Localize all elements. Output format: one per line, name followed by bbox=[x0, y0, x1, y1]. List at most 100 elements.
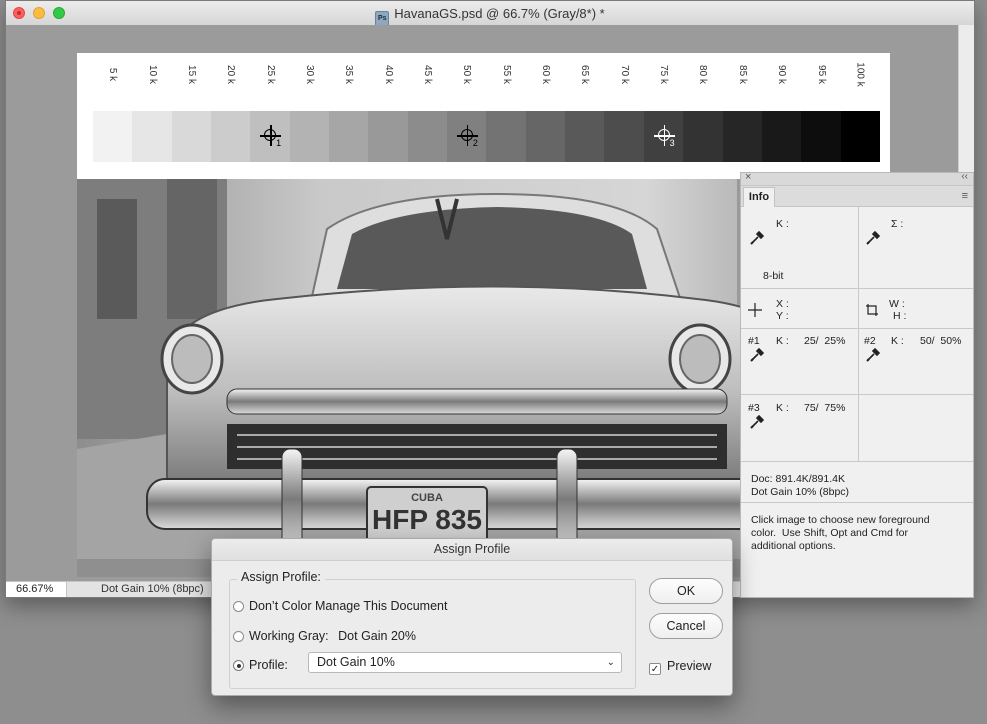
step-wedge-label: 85 k bbox=[723, 61, 762, 84]
panel-menu-icon[interactable]: ≡ bbox=[962, 190, 968, 202]
option-working-gray-label: Working Gray: bbox=[249, 629, 329, 643]
assign-profile-dialog: Assign Profile Assign Profile: Don’t Col… bbox=[211, 538, 733, 696]
gray-patch[interactable] bbox=[486, 111, 526, 162]
gray-patch[interactable] bbox=[604, 111, 644, 162]
profile-select[interactable]: Dot Gain 10% ⌄ bbox=[308, 652, 622, 673]
gray-patch[interactable] bbox=[407, 111, 448, 162]
eyedropper-icon[interactable] bbox=[866, 231, 880, 245]
gray-patch[interactable] bbox=[132, 111, 172, 162]
y-readout-label: Y : bbox=[776, 310, 789, 322]
gray-patch[interactable] bbox=[722, 111, 762, 162]
sigma-readout-label: Σ : bbox=[891, 218, 904, 230]
ok-button[interactable]: OK bbox=[649, 578, 723, 604]
radio-working-gray[interactable] bbox=[233, 631, 244, 642]
step-wedge-label-text: 5 k bbox=[107, 67, 119, 82]
h-readout-label: H : bbox=[893, 310, 907, 322]
info-panel-header[interactable]: × ‹‹ bbox=[741, 171, 973, 186]
preview-checkbox-row[interactable]: ✓ Preview bbox=[649, 659, 711, 675]
color-sampler-2[interactable]: 2 bbox=[456, 125, 479, 148]
gray-patch[interactable] bbox=[840, 111, 880, 162]
step-wedge-label: 20 k bbox=[211, 61, 250, 84]
gray-patch[interactable] bbox=[171, 111, 212, 162]
eyedropper-icon[interactable] bbox=[750, 348, 764, 362]
w-readout-label: W : bbox=[889, 298, 905, 310]
step-wedge-label-text: 50 k bbox=[461, 65, 473, 84]
step-wedge-label-text: 70 k bbox=[618, 65, 630, 84]
step-wedge-label: 10 k bbox=[132, 61, 171, 84]
option-working-gray-value: Dot Gain 20% bbox=[338, 629, 416, 643]
info-panel: × ‹‹ Info ≡ K : 8-bit Σ : X : Y : W : H … bbox=[740, 171, 974, 598]
step-wedge-label: 45 k bbox=[408, 61, 447, 84]
k-readout-label: K : bbox=[776, 218, 789, 230]
zoom-level-field[interactable]: 66.67% bbox=[6, 582, 67, 597]
close-icon[interactable]: × bbox=[745, 171, 751, 183]
step-wedge-label: 55 k bbox=[487, 61, 526, 84]
window-title-wrap: Ps HavanaGS.psd @ 66.7% (Gray/8*) * bbox=[6, 6, 974, 26]
sampler-3-k-label: K : bbox=[776, 402, 789, 414]
step-wedge-label-text: 15 k bbox=[185, 65, 197, 84]
photoshop-file-icon: Ps bbox=[375, 11, 390, 26]
gray-patch[interactable] bbox=[565, 111, 605, 162]
step-wedge-strip[interactable] bbox=[93, 111, 880, 162]
plate-country: CUBA bbox=[411, 492, 443, 504]
crosshair-icon bbox=[748, 303, 762, 317]
profile-select-value: Dot Gain 10% bbox=[317, 655, 395, 669]
x-readout-label: X : bbox=[776, 298, 789, 310]
eyedropper-icon[interactable] bbox=[750, 415, 764, 429]
step-wedge-label-text: 75 k bbox=[658, 65, 670, 84]
divider bbox=[741, 502, 973, 503]
sampler-2-k-label: K : bbox=[891, 335, 904, 347]
sampler-1-value: 25/ 25% bbox=[804, 335, 846, 347]
cancel-button[interactable]: Cancel bbox=[649, 613, 723, 639]
preview-label: Preview bbox=[667, 659, 712, 673]
document-profile-status[interactable]: Dot Gain 10% (8bpc) bbox=[101, 582, 204, 597]
sampler-1-k-label: K : bbox=[776, 335, 789, 347]
step-wedge-label-text: 100 k bbox=[854, 62, 866, 87]
step-wedge-label: 80 k bbox=[683, 61, 722, 84]
step-wedge-labels: 5 k 10 k 15 k 20 k 25 k 30 k 35 k 40 k 45 k 50 k 5… bbox=[93, 61, 880, 89]
plate-number: HFP 835 bbox=[372, 504, 482, 535]
step-wedge-label: 95 k bbox=[801, 61, 840, 84]
tab-info[interactable]: Info bbox=[743, 187, 775, 207]
step-wedge-label-text: 55 k bbox=[500, 65, 512, 84]
step-wedge-label: 100 k bbox=[841, 61, 880, 86]
color-sampler-1[interactable]: 1 bbox=[260, 125, 282, 148]
step-wedge-label-text: 45 k bbox=[421, 65, 433, 84]
option-profile[interactable]: Profile: bbox=[233, 658, 288, 672]
gray-patch[interactable] bbox=[289, 111, 330, 162]
gray-patch[interactable] bbox=[329, 111, 369, 162]
option-working-gray[interactable]: Working Gray: Dot Gain 20% bbox=[233, 629, 416, 643]
sampler-2-value: 50/ 50% bbox=[920, 335, 962, 347]
sampler-3-id: #3 bbox=[748, 402, 760, 414]
divider bbox=[741, 394, 973, 395]
gray-patch[interactable] bbox=[93, 111, 133, 162]
info-panel-tabbar: Info ≡ bbox=[741, 186, 973, 207]
dialog-title: Assign Profile bbox=[212, 539, 732, 561]
window-titlebar[interactable]: Ps HavanaGS.psd @ 66.7% (Gray/8*) * bbox=[6, 1, 974, 26]
step-wedge-label: 70 k bbox=[605, 61, 644, 84]
gray-patch[interactable] bbox=[525, 111, 566, 162]
step-wedge-label-text: 65 k bbox=[579, 65, 591, 84]
sampler-1-id: #1 bbox=[748, 335, 760, 347]
step-wedge-label-text: 35 k bbox=[343, 65, 355, 84]
gray-patch[interactable] bbox=[761, 111, 802, 162]
step-wedge-label-text: 95 k bbox=[815, 65, 827, 84]
preview-checkbox[interactable]: ✓ bbox=[649, 663, 661, 675]
step-wedge-label-text: 20 k bbox=[225, 65, 237, 84]
gray-patch[interactable] bbox=[683, 111, 723, 162]
divider bbox=[741, 328, 973, 329]
color-sampler-3[interactable]: 3 bbox=[653, 125, 676, 148]
eyedropper-icon[interactable] bbox=[750, 231, 764, 245]
color-sampler-number: 3 bbox=[669, 138, 675, 148]
radio-profile[interactable] bbox=[233, 660, 244, 671]
collapse-icon[interactable]: ‹‹ bbox=[961, 171, 968, 182]
step-wedge-label: 60 k bbox=[526, 61, 565, 84]
radio-dont-color-manage[interactable] bbox=[233, 601, 244, 612]
option-dont-color-manage[interactable]: Don’t Color Manage This Document bbox=[233, 599, 447, 613]
gray-patch[interactable] bbox=[368, 111, 408, 162]
gray-patch[interactable] bbox=[801, 111, 841, 162]
eyedropper-icon[interactable] bbox=[866, 348, 880, 362]
step-wedge-label: 90 k bbox=[762, 61, 801, 84]
gray-patch[interactable] bbox=[211, 111, 251, 162]
doc-profile: Dot Gain 10% (8bpc) bbox=[751, 486, 850, 498]
